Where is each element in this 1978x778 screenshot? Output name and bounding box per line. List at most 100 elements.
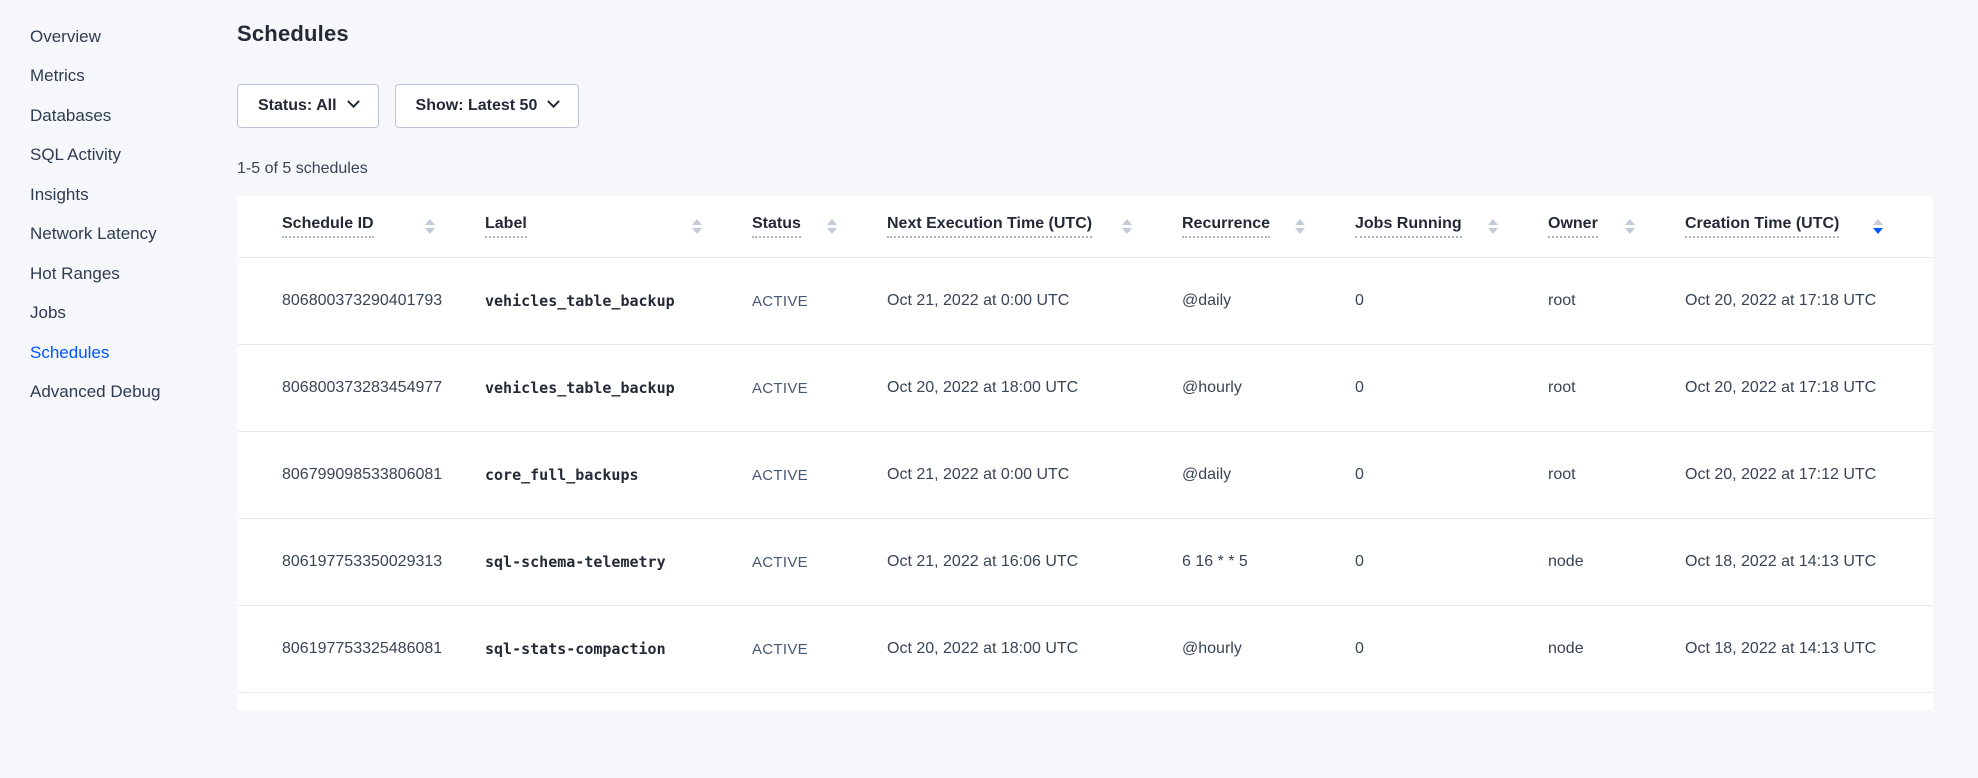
sidebar-item-label: SQL Activity: [30, 145, 121, 165]
column-header-label: Owner: [1548, 215, 1598, 238]
cell-next-execution-time: Oct 21, 2022 at 0:00 UTC: [887, 292, 1182, 310]
table-row: 806197753350029313 sql-schema-telemetry …: [237, 519, 1933, 606]
sidebar-item-jobs[interactable]: Jobs: [0, 294, 237, 334]
table-header-row: Schedule ID Label Status Next Execution …: [237, 196, 1933, 258]
column-header-recurrence[interactable]: Recurrence: [1182, 215, 1355, 238]
cell-recurrence: @hourly: [1182, 379, 1355, 397]
cell-jobs-running: 0: [1355, 466, 1548, 484]
column-header-creation-time[interactable]: Creation Time (UTC): [1685, 215, 1933, 238]
main-content: Schedules Status: All Show: Latest 50 1-…: [237, 0, 1978, 778]
cell-recurrence: @daily: [1182, 466, 1355, 484]
cell-label: core_full_backups: [485, 466, 752, 484]
sidebar-item-sql-activity[interactable]: SQL Activity: [0, 136, 237, 176]
column-header-label: Jobs Running: [1355, 215, 1462, 238]
column-header-next-execution-time[interactable]: Next Execution Time (UTC): [887, 215, 1182, 238]
sort-arrows-icon: [1625, 219, 1635, 234]
cell-next-execution-time: Oct 20, 2022 at 18:00 UTC: [887, 640, 1182, 658]
table-row: 806197753325486081 sql-stats-compaction …: [237, 606, 1933, 693]
cell-label: sql-schema-telemetry: [485, 553, 752, 571]
cell-label: sql-stats-compaction: [485, 640, 752, 658]
sidebar-item-schedules[interactable]: Schedules: [0, 333, 237, 373]
column-header-label: Creation Time (UTC): [1685, 215, 1839, 238]
sidebar-item-label: Network Latency: [30, 224, 157, 244]
sort-arrows-icon: [1122, 219, 1132, 234]
cell-next-execution-time: Oct 21, 2022 at 0:00 UTC: [887, 466, 1182, 484]
sort-arrows-icon: [1873, 219, 1883, 234]
filter-bar: Status: All Show: Latest 50: [237, 84, 1933, 128]
cell-creation-time: Oct 18, 2022 at 14:13 UTC: [1685, 553, 1933, 571]
cell-schedule-id: 806197753325486081: [282, 640, 485, 658]
column-header-jobs-running[interactable]: Jobs Running: [1355, 215, 1548, 238]
cell-label: vehicles_table_backup: [485, 379, 752, 397]
table-row: 806800373290401793 vehicles_table_backup…: [237, 258, 1933, 345]
column-header-label: Recurrence: [1182, 215, 1270, 238]
status-filter-label: Status: All: [258, 97, 337, 115]
cell-schedule-id: 806197753350029313: [282, 553, 485, 571]
show-filter-label: Show: Latest 50: [416, 97, 538, 115]
sidebar-item-label: Metrics: [30, 66, 85, 86]
results-count: 1-5 of 5 schedules: [237, 158, 1933, 180]
sidebar-item-label: Advanced Debug: [30, 382, 160, 402]
sort-arrows-icon: [827, 219, 837, 234]
sidebar-item-advanced-debug[interactable]: Advanced Debug: [0, 373, 237, 413]
cell-owner: root: [1548, 466, 1685, 484]
sidebar-item-overview[interactable]: Overview: [0, 17, 237, 57]
cell-creation-time: Oct 20, 2022 at 17:18 UTC: [1685, 379, 1933, 397]
sidebar-item-label: Jobs: [30, 303, 66, 323]
sort-arrows-icon: [692, 219, 702, 234]
chevron-down-icon: [547, 95, 560, 108]
sidebar-item-label: Schedules: [30, 343, 109, 363]
cell-status: ACTIVE: [752, 641, 887, 658]
column-header-label[interactable]: Label: [485, 215, 752, 238]
column-header-label: Label: [485, 215, 527, 238]
cell-owner: node: [1548, 553, 1685, 571]
sidebar: Overview Metrics Databases SQL Activity …: [0, 0, 237, 778]
cell-owner: root: [1548, 379, 1685, 397]
chevron-down-icon: [347, 95, 360, 108]
sidebar-item-hot-ranges[interactable]: Hot Ranges: [0, 254, 237, 294]
cell-status: ACTIVE: [752, 293, 887, 310]
sidebar-item-label: Insights: [30, 185, 89, 205]
cell-creation-time: Oct 20, 2022 at 17:18 UTC: [1685, 292, 1933, 310]
cell-status: ACTIVE: [752, 467, 887, 484]
cell-jobs-running: 0: [1355, 379, 1548, 397]
cell-jobs-running: 0: [1355, 292, 1548, 310]
cell-creation-time: Oct 20, 2022 at 17:12 UTC: [1685, 466, 1933, 484]
cell-recurrence: @hourly: [1182, 640, 1355, 658]
cell-status: ACTIVE: [752, 380, 887, 397]
column-header-label: Status: [752, 215, 801, 238]
cell-next-execution-time: Oct 20, 2022 at 18:00 UTC: [887, 379, 1182, 397]
column-header-owner[interactable]: Owner: [1548, 215, 1685, 238]
cell-schedule-id: 806800373283454977: [282, 379, 485, 397]
cell-recurrence: @daily: [1182, 292, 1355, 310]
cell-status: ACTIVE: [752, 554, 887, 571]
sidebar-item-databases[interactable]: Databases: [0, 96, 237, 136]
sidebar-item-metrics[interactable]: Metrics: [0, 57, 237, 97]
sort-arrows-icon: [1295, 219, 1305, 234]
table-row: 806799098533806081 core_full_backups ACT…: [237, 432, 1933, 519]
app-root: Overview Metrics Databases SQL Activity …: [0, 0, 1978, 778]
cell-jobs-running: 0: [1355, 553, 1548, 571]
cell-next-execution-time: Oct 21, 2022 at 16:06 UTC: [887, 553, 1182, 571]
column-header-status[interactable]: Status: [752, 215, 887, 238]
cell-creation-time: Oct 18, 2022 at 14:13 UTC: [1685, 640, 1933, 658]
sort-arrows-icon: [1488, 219, 1498, 234]
sort-arrows-icon: [425, 219, 435, 234]
sidebar-item-label: Overview: [30, 27, 101, 47]
cell-schedule-id: 806800373290401793: [282, 292, 485, 310]
column-header-label: Schedule ID: [282, 215, 374, 238]
schedules-table-card: Schedule ID Label Status Next Execution …: [237, 196, 1933, 710]
sidebar-item-label: Hot Ranges: [30, 264, 120, 284]
cell-schedule-id: 806799098533806081: [282, 466, 485, 484]
column-header-label: Next Execution Time (UTC): [887, 215, 1092, 238]
cell-owner: node: [1548, 640, 1685, 658]
page-title: Schedules: [237, 20, 1933, 48]
cell-recurrence: 6 16 * * 5: [1182, 553, 1355, 571]
status-filter-dropdown[interactable]: Status: All: [237, 84, 379, 128]
show-filter-dropdown[interactable]: Show: Latest 50: [395, 84, 580, 128]
sidebar-item-insights[interactable]: Insights: [0, 175, 237, 215]
column-header-schedule-id[interactable]: Schedule ID: [282, 215, 485, 238]
sidebar-item-network-latency[interactable]: Network Latency: [0, 215, 237, 255]
table-row: 806800373283454977 vehicles_table_backup…: [237, 345, 1933, 432]
cell-label: vehicles_table_backup: [485, 292, 752, 310]
